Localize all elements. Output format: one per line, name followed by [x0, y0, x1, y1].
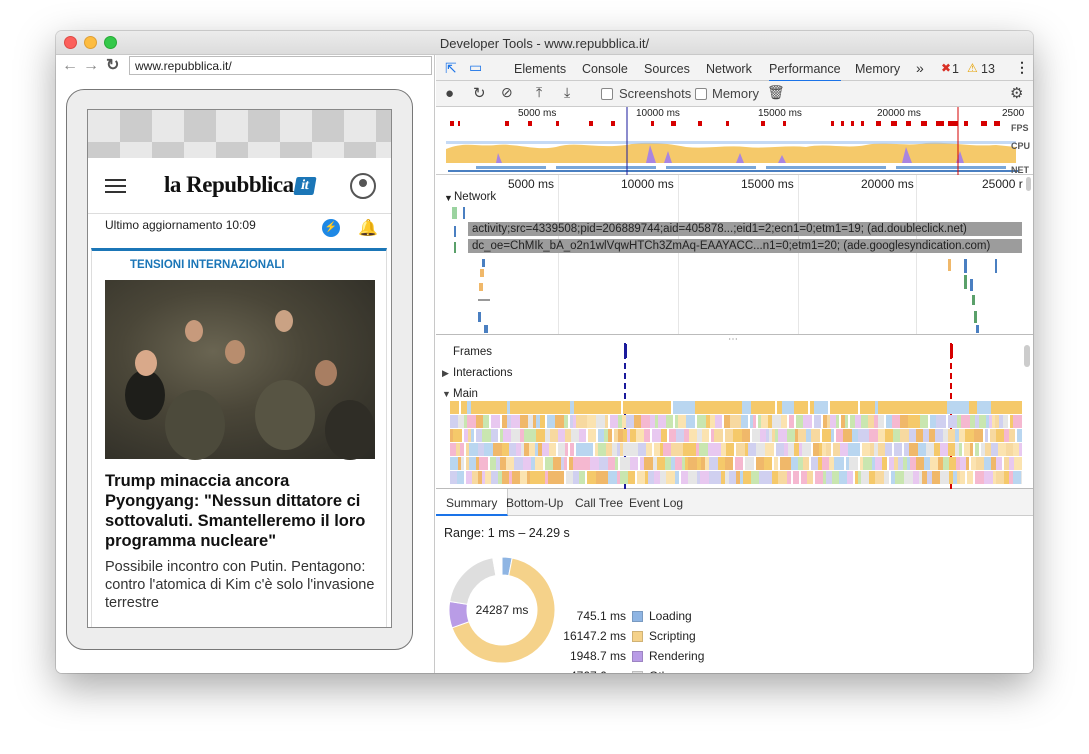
arrow-right-icon[interactable]: →	[83, 57, 99, 75]
network-request-doubleclick[interactable]: activity;src=4339508;pid=206889744;aid=4…	[468, 222, 1022, 236]
legend-name: Rendering	[649, 649, 705, 663]
legend-row-scripting: 16147.2 ms Scripting	[544, 629, 844, 645]
cpu-label: CPU	[1011, 141, 1030, 151]
reload-record-icon[interactable]: ↻	[473, 84, 486, 102]
cpu-loading-strip	[446, 141, 1016, 144]
cpu-area	[446, 142, 1016, 163]
settings-gear-icon[interactable]: ⚙	[1010, 84, 1023, 102]
checkerboard-area	[88, 110, 391, 158]
legend-swatch	[632, 611, 643, 622]
fps-label: FPS	[1011, 123, 1029, 133]
interactions-track-label[interactable]: Interactions	[453, 367, 512, 379]
network-request-bars	[452, 207, 997, 333]
url-input[interactable]: www.repubblica.it/	[129, 56, 432, 75]
tab-bottom-up[interactable]: Bottom-Up	[506, 496, 563, 510]
title-bar: Developer Tools - www.repubblica.it/	[56, 31, 1033, 55]
upload-icon[interactable]: ⤒	[536, 84, 542, 101]
legend-value: 16147.2 ms	[563, 629, 626, 643]
bell-icon[interactable]: 🔔	[358, 218, 378, 238]
update-text: Ultimo aggiornamento 10:09	[105, 218, 256, 232]
inspect-element-icon[interactable]: ⇱	[445, 60, 457, 77]
arrow-left-icon[interactable]: ←	[62, 57, 78, 75]
memory-checkbox[interactable]	[695, 88, 707, 100]
donut-total-label: 24287 ms	[475, 603, 529, 617]
timeline-scrollbar[interactable]	[1026, 177, 1031, 191]
article-photo[interactable]	[105, 280, 375, 460]
network-request-googlesyndication[interactable]: dc_oe=ChMIk_bA_o2n1wlVqwHTCh3ZmAq-EAAYAC…	[468, 239, 1022, 253]
legend-name: Scripting	[649, 629, 696, 643]
bottom-tab-bar: Summary Bottom-Up Call Tree Event Log	[436, 489, 1033, 516]
legend-row-loading: 745.1 ms Loading	[544, 609, 844, 625]
devtools-window: Developer Tools - www.repubblica.it/ ← →…	[56, 31, 1033, 673]
overview-chart: FPS CPU NET	[446, 107, 1030, 175]
legend-value: 745.1 ms	[576, 609, 626, 623]
window-title: Developer Tools - www.repubblica.it/	[439, 36, 650, 51]
reload-icon[interactable]: ↻	[106, 57, 119, 75]
net-bars	[448, 166, 1018, 172]
main-thread-flame-chart[interactable]	[450, 401, 1022, 485]
legend-row-rendering: 1948.7 ms Rendering	[544, 649, 844, 665]
tab-memory[interactable]: Memory	[855, 62, 900, 76]
legend-row-other: 4767.6 ms Other	[544, 669, 844, 673]
warning-count[interactable]: 13	[981, 62, 995, 76]
devtools-pane: ⇱ ▭ Elements Console Sources Network Per…	[436, 55, 1033, 673]
article-deck: Possibile incontro con Putin. Pentagono:…	[105, 559, 375, 611]
user-icon[interactable]	[350, 173, 376, 199]
triangle-right-icon[interactable]: ▶	[442, 368, 449, 379]
tab-elements[interactable]: Elements	[514, 62, 566, 76]
legend-swatch	[632, 671, 643, 673]
range-text: Range: 1 ms – 24.29 s	[444, 526, 570, 540]
messenger-icon[interactable]: ⚡	[322, 219, 340, 237]
download-icon[interactable]: ⤓	[564, 84, 570, 101]
site-logo[interactable]: la Repubblica it	[164, 172, 316, 198]
error-icon[interactable]: ✖	[941, 61, 951, 75]
legend-name: Loading	[649, 609, 692, 623]
net-label: NET	[1011, 165, 1030, 175]
timeline-overview[interactable]: 5000 ms 10000 ms 15000 ms 20000 ms 2500 …	[436, 107, 1033, 175]
tab-summary[interactable]: Summary	[436, 489, 509, 516]
article-kicker: TENSIONI INTERNAZIONALI	[130, 259, 285, 271]
tracks-scrollbar[interactable]	[1024, 345, 1030, 367]
kebab-menu-icon[interactable]: ⋮	[1015, 59, 1029, 76]
article-card[interactable]: TENSIONI INTERNAZIONALI Trump minaccia a…	[91, 248, 387, 627]
article-headline[interactable]: Trump minaccia ancora Pyongyang: "Nessun…	[105, 471, 380, 551]
tab-performance[interactable]: Performance	[769, 62, 841, 82]
main-track-label[interactable]: Main	[453, 388, 478, 400]
legend-value: 1948.7 ms	[569, 649, 626, 663]
clear-icon[interactable]: ⊘	[501, 84, 513, 101]
site-header: la Repubblica it	[88, 158, 391, 214]
record-icon[interactable]: ●	[445, 85, 454, 102]
legend-swatch	[632, 631, 643, 642]
screenshots-label: Screenshots	[619, 86, 692, 101]
nav-bar: ← → ↻ www.repubblica.it/	[56, 55, 435, 77]
tab-call-tree[interactable]: Call Tree	[575, 496, 623, 510]
trash-icon[interactable]: 🗑	[767, 84, 785, 101]
device-screen: la Repubblica it Ultimo aggiornamento 10:…	[87, 109, 392, 628]
tab-event-log[interactable]: Event Log	[629, 496, 683, 510]
tab-console[interactable]: Console	[582, 62, 628, 76]
device-emulation-pane: ← → ↻ www.repubblica.it/ la Repubblica it…	[56, 55, 435, 673]
hamburger-menu-icon[interactable]	[105, 179, 126, 193]
frames-track-label[interactable]: Frames	[453, 346, 492, 358]
legend-value: 4767.6 ms	[544, 669, 626, 673]
legend-swatch	[632, 651, 643, 662]
network-timeline[interactable]: 5000 ms 10000 ms 15000 ms 20000 ms 25000…	[436, 175, 1033, 335]
legend-name: Other	[649, 669, 679, 673]
tab-sources[interactable]: Sources	[644, 62, 690, 76]
donut-slice-other	[449, 557, 497, 605]
more-tabs-button[interactable]: »	[916, 60, 924, 76]
tracks-panel[interactable]: Frames ▶ Interactions ▼ Main	[436, 343, 1033, 489]
device-toolbar-icon[interactable]: ▭	[469, 59, 482, 76]
fps-bars	[450, 121, 1000, 126]
memory-label: Memory	[712, 86, 759, 101]
tab-network[interactable]: Network	[706, 62, 752, 76]
warning-icon[interactable]: ⚠	[967, 61, 978, 75]
summary-panel: Summary Bottom-Up Call Tree Event Log Ra…	[436, 489, 1033, 673]
error-count[interactable]: 1	[952, 62, 959, 76]
performance-toolbar: ● ↻ ⊘ ⤒ ⤓ Screenshots Memory 🗑 ⚙	[436, 81, 1033, 107]
screenshots-checkbox[interactable]	[601, 88, 613, 100]
triangle-down-icon[interactable]: ▼	[442, 389, 451, 399]
devtools-tab-bar: ⇱ ▭ Elements Console Sources Network Per…	[436, 55, 1033, 82]
